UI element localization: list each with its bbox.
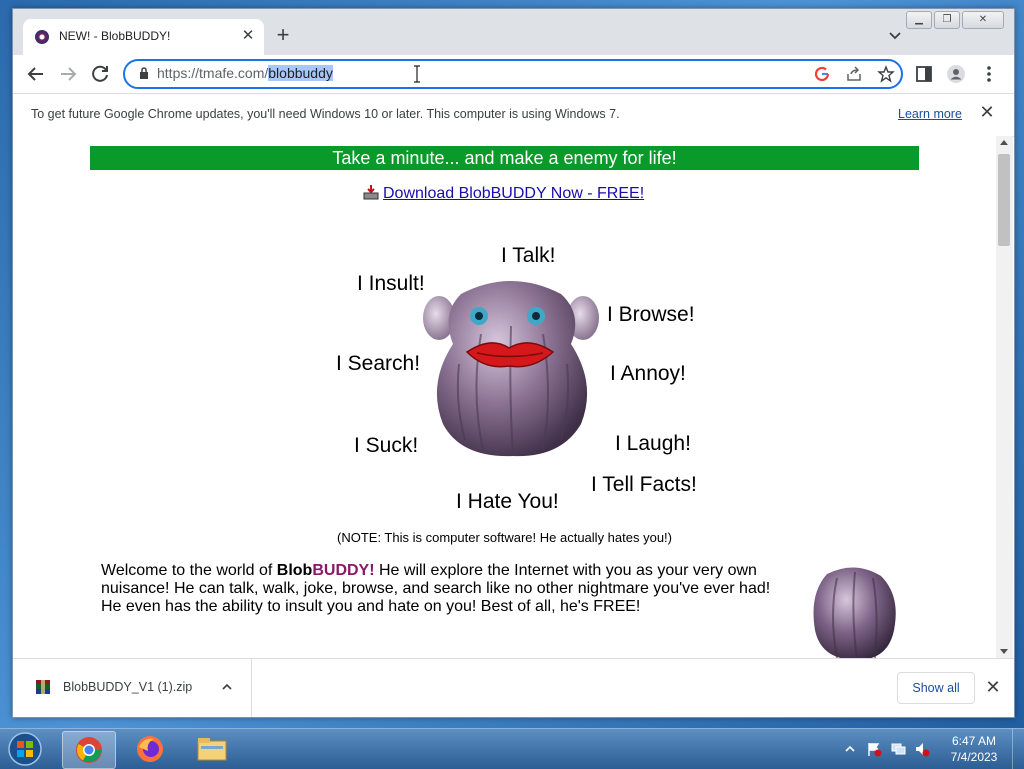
- start-button-windows-icon[interactable]: [4, 731, 46, 767]
- callout-hate-you: I Hate You!: [456, 490, 559, 513]
- blob-showcase: I Talk! I Insult! I Browse! I Search! I …: [313, 244, 713, 524]
- welcome-paragraph: Welcome to the world of BlobBUDDY! He wi…: [101, 562, 781, 616]
- tab-title: NEW! - BlobBUDDY!: [59, 29, 171, 43]
- show-hidden-icons-arrow-icon[interactable]: [842, 741, 858, 757]
- new-tab-button[interactable]: +: [271, 24, 295, 48]
- menu-kebab-icon[interactable]: [979, 64, 999, 84]
- window-controls: ▁ ❐ ✕: [904, 11, 1004, 29]
- page-note: (NOTE: This is computer software! He act…: [337, 530, 672, 545]
- forward-arrow-icon[interactable]: [55, 61, 81, 87]
- blobbuddy-side-view-image: [813, 567, 896, 658]
- text-cursor-icon: [414, 65, 420, 83]
- volume-muted-icon[interactable]: [914, 741, 930, 757]
- infobar-close-icon[interactable]: ✕: [979, 103, 995, 121]
- download-row: Download BlobBUDDY Now - FREE!: [363, 184, 644, 203]
- file-explorer-icon: [197, 738, 227, 761]
- show-desktop-button[interactable]: [1012, 729, 1024, 769]
- download-item[interactable]: BlobBUDDY_V1 (1).zip: [23, 659, 252, 717]
- site-favicon-icon: [35, 30, 49, 44]
- download-filename: BlobBUDDY_V1 (1).zip: [63, 680, 193, 694]
- taskbar-chrome[interactable]: [62, 731, 116, 769]
- download-blobbuddy-link[interactable]: Download BlobBUDDY Now - FREE!: [383, 185, 644, 202]
- brand-name-blob: Blob: [276, 562, 313, 579]
- clock-date: 7/4/2023: [950, 750, 998, 764]
- zip-archive-icon: [36, 680, 50, 694]
- restore-button[interactable]: ❐: [934, 11, 960, 29]
- callout-search: I Search!: [336, 352, 421, 375]
- learn-more-link[interactable]: Learn more: [898, 107, 962, 121]
- clock-time: 6:47 AM: [951, 734, 997, 748]
- back-arrow-icon[interactable]: [23, 61, 49, 87]
- browser-toolbar: https://tmafe.com/blobbuddy: [13, 55, 1014, 93]
- firefox-icon: [137, 736, 163, 762]
- bookmark-star-icon[interactable]: [877, 65, 895, 83]
- network-icon[interactable]: [890, 741, 906, 757]
- callout-talk: I Talk!: [501, 244, 556, 267]
- brand-name-buddy: BUDDY!: [312, 562, 375, 579]
- chrome-icon: [76, 737, 102, 763]
- side-panel-icon[interactable]: [914, 64, 934, 84]
- url-selected-text: blobbuddy: [268, 65, 333, 81]
- scroll-down-arrow-icon[interactable]: [1000, 649, 1008, 654]
- scroll-up-arrow-icon[interactable]: [1000, 140, 1008, 145]
- callout-insult: I Insult!: [357, 272, 425, 295]
- tab-strip: NEW! - BlobBUDDY! ✕ + ▁ ❐ ✕: [13, 9, 1014, 55]
- download-shelf-close-icon[interactable]: ✕: [985, 678, 1001, 696]
- minimize-button[interactable]: ▁: [906, 11, 932, 29]
- page-viewport: Take a minute... and make a enemy for li…: [13, 136, 996, 658]
- tab-blobbuddy[interactable]: NEW! - BlobBUDDY! ✕: [23, 19, 264, 55]
- taskbar-firefox[interactable]: [124, 731, 176, 767]
- callout-tell-facts: I Tell Facts!: [591, 473, 697, 496]
- page-banner: Take a minute... and make a enemy for li…: [90, 146, 919, 170]
- tab-search-chevron-icon[interactable]: [885, 26, 905, 46]
- chevron-up-icon[interactable]: [221, 681, 233, 693]
- share-icon[interactable]: [845, 65, 863, 83]
- download-icon[interactable]: [363, 184, 379, 200]
- reload-icon[interactable]: [87, 61, 113, 87]
- taskbar-file-explorer[interactable]: [186, 731, 238, 767]
- window-close-button[interactable]: ✕: [962, 11, 1004, 29]
- taskbar: 6:47 AM 7/4/2023: [0, 728, 1024, 769]
- callout-annoy: I Annoy!: [610, 362, 686, 385]
- show-all-button[interactable]: Show all: [897, 672, 975, 704]
- callout-laugh: I Laugh!: [615, 432, 691, 455]
- page-scrollbar[interactable]: [996, 136, 1013, 658]
- url-text: https://tmafe.com/blobbuddy: [157, 65, 333, 81]
- action-center-flag-icon[interactable]: [866, 741, 882, 757]
- welcome-prefix: Welcome to the world of: [101, 562, 277, 579]
- update-infobar: To get future Google Chrome updates, you…: [13, 93, 1014, 137]
- browser-window: NEW! - BlobBUDDY! ✕ + ▁ ❐ ✕ https://tmaf…: [12, 8, 1015, 718]
- profile-avatar-icon[interactable]: [946, 64, 966, 84]
- infobar-message: To get future Google Chrome updates, you…: [31, 107, 620, 121]
- blobbuddy-character: [423, 281, 599, 457]
- address-bar[interactable]: https://tmafe.com/blobbuddy: [123, 59, 903, 89]
- lock-icon[interactable]: [139, 67, 149, 79]
- callout-browse: I Browse!: [607, 303, 695, 326]
- scroll-thumb[interactable]: [998, 154, 1010, 246]
- url-prefix: https://tmafe.com/: [157, 65, 269, 81]
- tab-close-icon[interactable]: ✕: [238, 26, 258, 46]
- download-shelf: BlobBUDDY_V1 (1).zip Show all ✕: [13, 658, 1014, 717]
- google-lens-icon[interactable]: [813, 65, 831, 83]
- system-clock[interactable]: 6:47 AM 7/4/2023: [942, 733, 1006, 765]
- callout-suck: I Suck!: [354, 434, 419, 457]
